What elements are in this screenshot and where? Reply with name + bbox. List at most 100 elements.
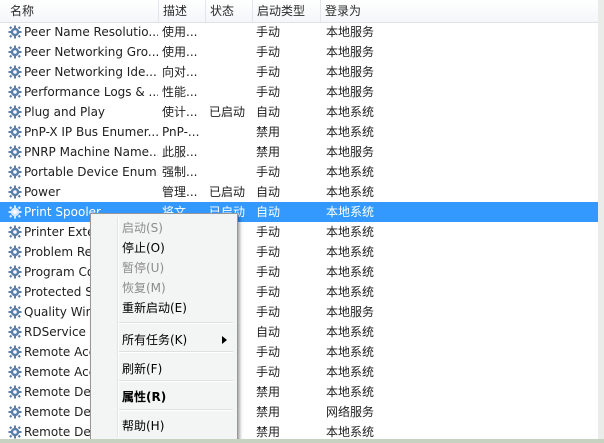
menu-item-label: 启动(S) [122, 221, 163, 235]
service-logon-as: 本地服务 [326, 85, 375, 99]
gear-icon [8, 45, 22, 59]
service-description: PnP-... [162, 125, 200, 139]
menu-item-refresh[interactable]: 刷新(F) [91, 359, 237, 379]
service-row[interactable]: PnP-X IP Bus Enumer... PnP-... 禁用 本地系统 [0, 122, 598, 142]
gear-icon [8, 25, 22, 39]
menu-item-properties[interactable]: 属性(R) [91, 387, 237, 407]
service-logon-as: 本地系统 [326, 345, 375, 359]
service-logon-as: 本地系统 [326, 365, 375, 379]
gear-icon [8, 285, 22, 299]
service-status [209, 22, 253, 42]
service-description: 向对... [162, 65, 198, 79]
service-startup-type: 自动 [256, 205, 281, 219]
gear-icon [8, 125, 22, 139]
context-menu: 启动(S) 停止(O) 暂停(U) 恢复(M) 重新启动(E) 所有任务(K) 刷新(F) 属… [90, 213, 238, 441]
gear-icon [8, 225, 22, 239]
column-header-startup-type[interactable]: 启动类型 [252, 0, 320, 22]
service-startup-type: 手动 [256, 65, 281, 79]
service-logon-as: 本地系统 [326, 325, 375, 339]
service-startup-type: 手动 [256, 25, 281, 39]
menu-item-label: 属性(R) [122, 390, 167, 404]
service-description: 使用... [162, 45, 198, 59]
column-header-status[interactable]: 状态 [205, 0, 252, 22]
gear-icon [8, 205, 22, 219]
menu-item-label: 重新启动(E) [122, 301, 187, 315]
service-logon-as: 本地系统 [326, 265, 375, 279]
column-header-description[interactable]: 描述 [158, 0, 205, 22]
service-startup-type: 手动 [256, 305, 281, 319]
service-startup-type: 自动 [256, 325, 281, 339]
submenu-arrow-icon [222, 336, 227, 344]
window-edge-bottom [0, 439, 604, 443]
service-logon-as: 本地服务 [326, 25, 375, 39]
gear-icon [8, 345, 22, 359]
menu-item-label: 所有任务(K) [122, 333, 188, 347]
service-row[interactable]: Peer Networking Ide... 向对... 手动 本地服务 [0, 62, 598, 82]
menu-item-help[interactable]: 帮助(H) [91, 416, 237, 436]
column-header-name[interactable]: 名称 [6, 0, 156, 22]
menu-item-label: 恢复(M) [122, 281, 166, 295]
service-logon-as: 本地系统 [326, 185, 375, 199]
service-row[interactable]: Peer Name Resolutio... 使用... 手动 本地服务 [0, 22, 598, 42]
gear-icon [8, 105, 22, 119]
menu-item-label: 刷新(F) [122, 362, 163, 376]
service-startup-type: 手动 [256, 265, 281, 279]
service-startup-type: 自动 [256, 105, 281, 119]
service-description: 管理... [162, 185, 198, 199]
gear-icon [8, 385, 22, 399]
menu-item-label: 停止(O) [122, 241, 165, 255]
service-status [209, 42, 253, 62]
service-row[interactable]: Portable Device Enum... 强制... 手动 本地系统 [0, 162, 598, 182]
service-row[interactable]: Peer Networking Gro... 使用... 手动 本地服务 [0, 42, 598, 62]
service-startup-type: 禁用 [256, 405, 281, 419]
services-window: 名称 描述 状态 启动类型 登录为 Peer Name Resolutio...… [0, 0, 604, 443]
service-row[interactable]: Power 管理... 已启动 自动 本地系统 [0, 182, 598, 202]
service-status: 已启动 [209, 105, 246, 119]
menu-item-pause[interactable]: 暂停(U) [91, 258, 237, 278]
service-startup-type: 手动 [256, 285, 281, 299]
service-row[interactable]: PNRP Machine Name... 此服... 禁用 本地服务 [0, 142, 598, 162]
service-startup-type: 手动 [256, 85, 281, 99]
service-startup-type: 手动 [256, 165, 281, 179]
menu-item-stop[interactable]: 停止(O) [91, 238, 237, 258]
service-description: 性能... [162, 85, 198, 99]
menu-separator [119, 351, 233, 353]
menu-item-label: 帮助(H) [122, 419, 165, 433]
window-edge-right [598, 0, 604, 443]
service-logon-as: 本地系统 [326, 205, 375, 219]
service-logon-as: 本地系统 [326, 385, 375, 399]
service-name: Plug and Play [24, 105, 106, 119]
service-startup-type: 禁用 [256, 125, 281, 139]
service-startup-type: 手动 [256, 225, 281, 239]
service-logon-as: 本地服务 [326, 65, 375, 79]
menu-separator [119, 409, 233, 411]
service-startup-type: 禁用 [256, 145, 281, 159]
column-header-logon-as[interactable]: 登录为 [320, 0, 598, 22]
menu-item-all-tasks[interactable]: 所有任务(K) [91, 330, 237, 350]
service-logon-as: 本地系统 [326, 245, 375, 259]
service-description: 使用... [162, 25, 198, 39]
service-name: Peer Name Resolutio... [24, 25, 158, 39]
service-name: Peer Networking Ide... [24, 65, 157, 79]
menu-item-restart[interactable]: 重新启动(E) [91, 298, 237, 318]
menu-item-label: 暂停(U) [122, 261, 165, 275]
service-logon-as: 本地系统 [326, 125, 375, 139]
service-logon-as: 本地服务 [326, 305, 375, 319]
service-logon-as: 本地系统 [326, 165, 375, 179]
service-row[interactable]: Plug and Play 使计... 已启动 自动 本地系统 [0, 102, 598, 122]
gear-icon [8, 305, 22, 319]
menu-item-resume[interactable]: 恢复(M) [91, 278, 237, 298]
gear-icon [8, 405, 22, 419]
gear-icon [8, 245, 22, 259]
menu-item-start[interactable]: 启动(S) [91, 218, 237, 238]
gear-icon [8, 265, 22, 279]
service-name: Peer Networking Gro... [24, 45, 158, 59]
service-status [209, 142, 253, 162]
service-name: PNRP Machine Name... [24, 145, 158, 159]
service-startup-type: 手动 [256, 365, 281, 379]
service-startup-type: 手动 [256, 245, 281, 259]
service-logon-as: 本地系统 [326, 225, 375, 239]
service-logon-as: 本地服务 [326, 45, 375, 59]
service-status [209, 62, 253, 82]
service-row[interactable]: Performance Logs & ... 性能... 手动 本地服务 [0, 82, 598, 102]
